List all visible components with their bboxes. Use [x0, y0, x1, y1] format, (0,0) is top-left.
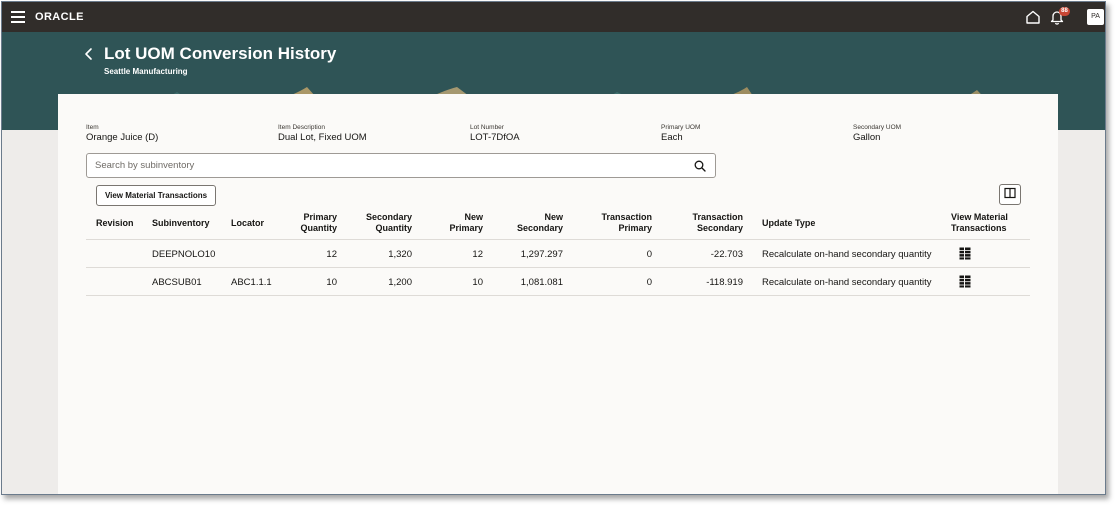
notification-badge: 88: [1059, 7, 1070, 16]
secondary-uom-value: Gallon: [853, 132, 881, 143]
table-row[interactable]: ABCSUB01 ABC1.1.1 10 1,200 10 1,081.081 …: [86, 268, 1030, 296]
cell-subinventory: DEEPNOLO10: [152, 249, 216, 260]
search-icon[interactable]: [694, 160, 706, 172]
oracle-logo: ORACLE: [35, 11, 84, 23]
column-header-new-secondary[interactable]: New Secondary: [503, 212, 563, 234]
column-header-view-material-transactions[interactable]: View Material Transactions: [951, 212, 1008, 234]
header-line: Secondary: [696, 223, 743, 233]
material-transactions-icon[interactable]: [959, 275, 971, 288]
primary-uom-value: Each: [661, 132, 683, 143]
item-description-attribute: Item Description Dual Lot, Fixed UOM: [278, 124, 367, 143]
header-line: New: [544, 212, 563, 222]
item-description-label: Item Description: [278, 124, 325, 131]
conversion-history-table: Revision Subinventory Locator Primary Qu…: [86, 208, 1030, 296]
back-icon[interactable]: [81, 46, 97, 62]
column-header-update-type[interactable]: Update Type: [762, 218, 815, 229]
cell-subinventory: ABCSUB01: [152, 277, 202, 288]
search-field: [86, 153, 716, 178]
global-header: ORACLE 88 PA: [2, 2, 1105, 32]
cell-new-secondary: 1,297.297: [520, 249, 563, 260]
column-header-subinventory[interactable]: Subinventory: [152, 218, 210, 229]
column-header-secondary-quantity[interactable]: Secondary Quantity: [352, 212, 412, 234]
search-input[interactable]: [95, 158, 675, 173]
column-header-new-primary[interactable]: New Primary: [433, 212, 483, 234]
cell-new-secondary: 1,081.081: [520, 277, 563, 288]
page-subtitle: Seattle Manufacturing: [104, 67, 188, 76]
secondary-uom-attribute: Secondary UOM Gallon: [853, 124, 901, 143]
lot-number-label: Lot Number: [470, 124, 504, 131]
primary-uom-attribute: Primary UOM Each: [661, 124, 700, 143]
header-line: Quantity: [375, 223, 412, 233]
column-header-transaction-secondary[interactable]: Transaction Secondary: [673, 212, 743, 234]
header-line: Primary: [618, 223, 652, 233]
app-window: ORACLE 88 PA Lot UOM Conversion History …: [1, 1, 1106, 495]
column-header-locator[interactable]: Locator: [231, 218, 264, 229]
cell-transaction-primary: 0: [646, 277, 652, 288]
cell-primary-quantity: 12: [326, 249, 337, 260]
item-attribute: Item Orange Juice (D): [86, 124, 158, 143]
header-line: Primary: [449, 223, 483, 233]
header-line: Secondary: [365, 212, 412, 222]
header-line: Secondary: [516, 223, 563, 233]
header-line: Quantity: [300, 223, 337, 233]
lot-number-value: LOT-7DfOA: [470, 132, 520, 143]
content-card: Item Orange Juice (D) Item Description D…: [58, 94, 1058, 494]
cell-update-type: Recalculate on-hand secondary quantity: [762, 249, 932, 260]
menu-icon[interactable]: [11, 11, 25, 23]
secondary-uom-label: Secondary UOM: [853, 124, 902, 131]
cell-locator: ABC1.1.1: [231, 277, 272, 288]
header-line: Primary: [303, 212, 337, 222]
item-label: Item: [86, 124, 99, 131]
columns-button[interactable]: [999, 184, 1021, 205]
table-header-row: Revision Subinventory Locator Primary Qu…: [86, 208, 1030, 240]
cell-primary-quantity: 10: [326, 277, 337, 288]
material-transactions-icon[interactable]: [959, 247, 971, 260]
column-header-transaction-primary[interactable]: Transaction Primary: [582, 212, 652, 234]
table-row[interactable]: DEEPNOLO10 12 1,320 12 1,297.297 0 -22.7…: [86, 240, 1030, 268]
cell-new-primary: 12: [472, 249, 483, 260]
cell-secondary-quantity: 1,200: [388, 277, 412, 288]
view-material-transactions-button[interactable]: View Material Transactions: [96, 185, 216, 206]
cell-transaction-secondary: -22.703: [710, 249, 743, 260]
cell-transaction-primary: 0: [646, 249, 652, 260]
column-header-primary-quantity[interactable]: Primary Quantity: [281, 212, 337, 234]
header-line: Transaction: [601, 212, 652, 222]
lot-number-attribute: Lot Number LOT-7DfOA: [470, 124, 520, 143]
primary-uom-label: Primary UOM: [661, 124, 701, 131]
column-header-revision[interactable]: Revision: [96, 218, 134, 229]
item-value: Orange Juice (D): [86, 132, 159, 143]
cell-transaction-secondary: -118.919: [706, 277, 743, 288]
user-avatar[interactable]: PA: [1087, 9, 1104, 25]
cell-new-primary: 10: [472, 277, 483, 288]
cell-update-type: Recalculate on-hand secondary quantity: [762, 277, 932, 288]
home-icon[interactable]: [1025, 9, 1041, 25]
header-line: Transactions: [951, 223, 1007, 233]
cell-secondary-quantity: 1,320: [388, 249, 412, 260]
item-description-value: Dual Lot, Fixed UOM: [278, 132, 367, 143]
header-line: Transaction: [692, 212, 743, 222]
header-line: New: [464, 212, 483, 222]
page-title: Lot UOM Conversion History: [104, 44, 337, 63]
header-line: View Material: [951, 212, 1008, 222]
columns-icon: [1004, 187, 1016, 199]
